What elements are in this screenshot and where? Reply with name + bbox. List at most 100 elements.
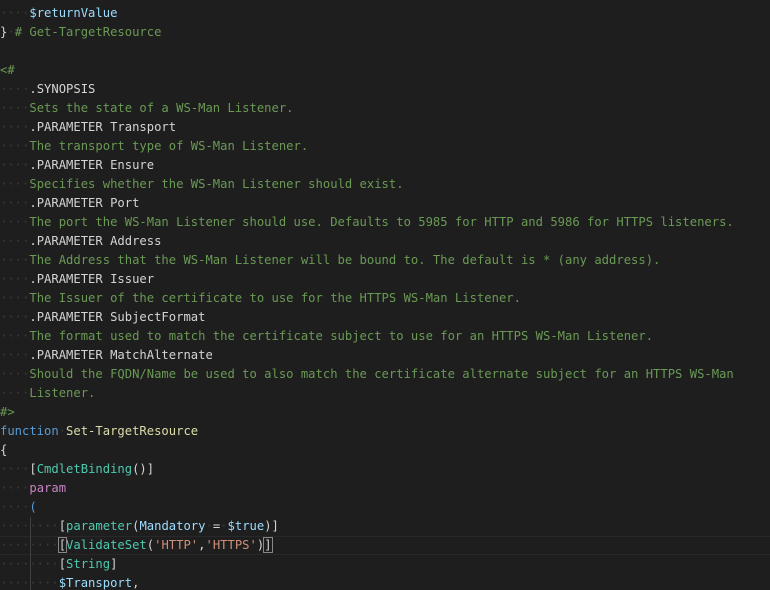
indent-whitespace-marker: ····	[0, 215, 30, 229]
code-line[interactable]: function·Set-TargetResource	[0, 422, 198, 441]
code-token-type: String	[66, 557, 111, 571]
indent-whitespace-marker: ····	[0, 139, 30, 153]
code-line[interactable]: ····The format used to match the certifi…	[0, 327, 653, 346]
code-token-string: 'HTTP'	[154, 538, 199, 552]
code-line[interactable]: ····(	[0, 498, 37, 517]
code-line[interactable]: {	[0, 441, 7, 460]
indent-whitespace-marker: ····	[0, 367, 30, 381]
code-token-default: [	[58, 519, 67, 533]
code-line[interactable]: ····[CmdletBinding()]	[0, 460, 154, 479]
code-line[interactable]: ····Listener.	[0, 384, 95, 403]
indent-whitespace-marker: ····	[0, 177, 30, 191]
code-token-default: ]	[110, 557, 118, 571]
indent-whitespace-marker: ····	[0, 82, 30, 96]
code-line[interactable]: ····Sets the state of a WS-Man Listener.	[0, 99, 294, 118]
indent-whitespace-marker: ····	[0, 462, 30, 476]
code-line[interactable]: ····.PARAMETER Port	[0, 194, 139, 213]
code-token-default: .SYNOPSIS	[29, 82, 96, 96]
code-line[interactable]: ········$Transport,	[0, 574, 139, 590]
code-token-keyword: param	[29, 481, 67, 495]
indent-guide	[30, 517, 31, 590]
code-line[interactable]: ········[parameter(Mandatory·=·$true)]	[0, 517, 279, 536]
code-line[interactable]: ····param	[0, 479, 66, 498]
code-line[interactable]: ····$returnValue	[0, 4, 117, 23]
code-token-type: ValidateSet	[66, 538, 147, 552]
text-cursor	[271, 538, 273, 553]
indent-whitespace-marker: ····	[0, 101, 30, 115]
code-token-default: ()	[132, 462, 147, 476]
code-line[interactable]: ····Specifies whether the WS-Man Listene…	[0, 175, 404, 194]
code-token-variable: Mandatory	[139, 519, 206, 533]
code-token-default: ,	[132, 576, 140, 590]
code-token-comment: The Issuer of the certificate to use for…	[29, 291, 521, 305]
code-token-comment: The format used to match the certificate…	[29, 329, 654, 343]
code-token-default: [	[29, 462, 37, 476]
indent-whitespace-marker: ····	[0, 291, 30, 305]
code-token-comment: Specifies whether the WS-Man Listener sh…	[29, 177, 404, 191]
code-line[interactable]: ····The Issuer of the certificate to use…	[0, 289, 521, 308]
indent-whitespace-marker: ····	[0, 196, 30, 210]
code-token-default: )]	[264, 519, 279, 533]
code-token-comment: Should the FQDN/Name be used to also mat…	[29, 367, 734, 381]
code-token-type: parameter	[66, 519, 133, 533]
matched-bracket: ]	[263, 537, 273, 553]
code-line[interactable]: ····The port the WS-Man Listener should …	[0, 213, 734, 232]
code-token-default: ]	[146, 462, 155, 476]
code-token-comment: The port the WS-Man Listener should use.…	[29, 215, 734, 229]
indent-whitespace-marker: ····	[0, 272, 30, 286]
code-line[interactable]: ····.PARAMETER Ensure	[0, 156, 154, 175]
code-token-comment: <#	[0, 63, 15, 77]
code-token-default: (	[146, 538, 155, 552]
code-line[interactable]: }·# Get-TargetResource	[0, 23, 161, 42]
code-token-default: .PARAMETER SubjectFormat	[29, 310, 206, 324]
code-line[interactable]: ····Should the FQDN/Name be used to also…	[0, 365, 734, 384]
code-line[interactable]: ····The Address that the WS-Man Listener…	[0, 251, 660, 270]
current-code-line[interactable]: ········[ValidateSet('HTTP','HTTPS')]	[0, 536, 770, 555]
code-token-comment: #>	[0, 405, 15, 419]
code-token-storage: (	[29, 500, 37, 514]
code-line[interactable]: ····.PARAMETER SubjectFormat	[0, 308, 205, 327]
code-token-default: {	[0, 443, 8, 457]
code-token-comment: The Address that the WS-Man Listener wil…	[29, 253, 661, 267]
indent-whitespace-marker: ····	[0, 386, 30, 400]
code-token-default: .PARAMETER Address	[29, 234, 162, 248]
code-line[interactable]: ····.PARAMETER MatchAlternate	[0, 346, 213, 365]
indent-whitespace-marker: ····	[0, 120, 30, 134]
code-line[interactable]: ····.PARAMETER Issuer	[0, 270, 154, 289]
matched-bracket: [	[57, 537, 68, 553]
code-line[interactable]: ····.PARAMETER Transport	[0, 118, 176, 137]
code-line[interactable]: ····.PARAMETER Address	[0, 232, 161, 251]
indent-whitespace-marker: ····	[0, 6, 30, 20]
code-token-function: Set-TargetResource	[66, 424, 199, 438]
code-token-default: .PARAMETER Port	[29, 196, 140, 210]
code-line[interactable]: <#	[0, 61, 15, 80]
code-token-comment: The transport type of WS-Man Listener.	[29, 139, 309, 153]
code-token-string: 'HTTPS'	[205, 538, 257, 552]
code-token-default: .PARAMETER Issuer	[29, 272, 155, 286]
indent-whitespace-marker: ····	[0, 253, 30, 267]
code-token-type: CmdletBinding	[36, 462, 133, 476]
code-token-storage: function	[0, 424, 59, 438]
indent-whitespace-marker: ····	[0, 310, 30, 324]
whitespace-marker: ·	[7, 25, 15, 39]
code-token-default: .PARAMETER Transport	[29, 120, 177, 134]
indent-whitespace-marker: ····	[0, 158, 30, 172]
code-line[interactable]: ········[String]	[0, 555, 117, 574]
whitespace-marker: ·	[220, 519, 228, 533]
indent-whitespace-marker: ····	[0, 234, 30, 248]
indent-whitespace-marker: ····	[0, 348, 30, 362]
indent-whitespace-marker: ····	[0, 329, 30, 343]
code-token-variable: $returnValue	[29, 6, 118, 20]
code-line[interactable]: ····The transport type of WS-Man Listene…	[0, 137, 308, 156]
whitespace-marker: ·	[58, 424, 67, 438]
code-token-comment: Listener.	[29, 386, 96, 400]
code-token-default: .PARAMETER Ensure	[29, 158, 155, 172]
code-token-comment: # Get-TargetResource	[14, 25, 162, 39]
code-line[interactable]: #>	[0, 403, 15, 422]
indent-whitespace-marker: ····	[0, 481, 30, 495]
code-token-variable: $true	[227, 519, 265, 533]
whitespace-marker: ·	[205, 519, 213, 533]
code-line[interactable]: ····.SYNOPSIS	[0, 80, 95, 99]
code-token-default: [	[58, 557, 67, 571]
code-editor[interactable]: ····$returnValue}·# Get-TargetResource <#…	[0, 0, 770, 590]
